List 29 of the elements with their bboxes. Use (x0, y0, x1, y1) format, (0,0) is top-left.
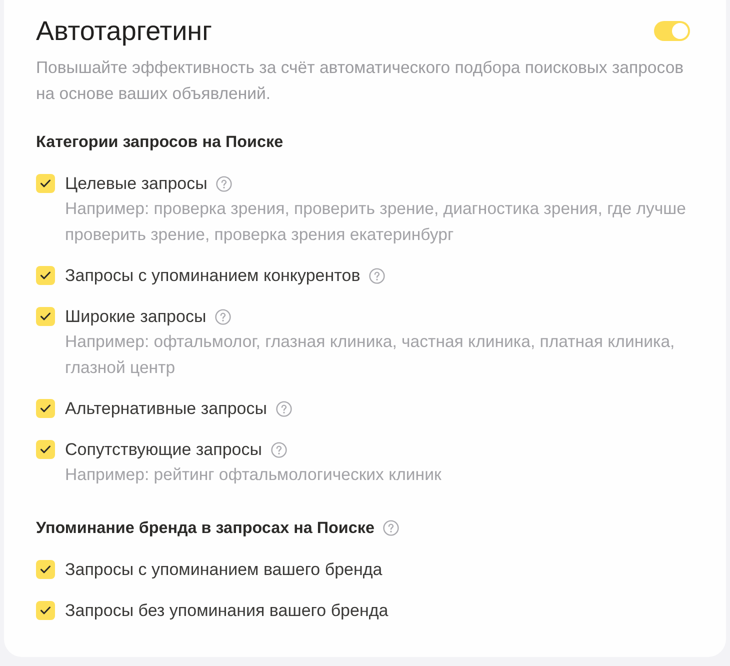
checkbox[interactable] (36, 560, 55, 578)
example-text: Например: рейтинг офтальмологических клиник (65, 464, 442, 486)
description-text: Повышайте эффективность за счёт автоматического подбора поисковых запросов на основе ваших объявлений. (36, 57, 685, 105)
checkmark-icon (40, 564, 51, 574)
checkmark-icon (40, 271, 51, 280)
checkbox[interactable] (36, 174, 55, 193)
checkmark-icon (40, 404, 51, 413)
section-heading: Категории запросов на Поиске (36, 132, 284, 153)
checkbox-label: Запросы с упоминанием конкурентов (65, 265, 360, 287)
checkmark-icon (40, 312, 51, 321)
toggle-switch[interactable] (654, 21, 690, 41)
checkbox-label: Запросы с упоминанием вашего бренда (65, 558, 382, 580)
checkbox[interactable] (36, 440, 55, 459)
checkmark-icon (40, 445, 51, 454)
example-text: Например: проверка зрения, проверить зрение, диагностика зрения, где лучше проверить зрение, проверка зрения екатеринбург (65, 198, 687, 246)
checkbox[interactable] (36, 266, 55, 285)
checkbox-label: Сопутствующие запросы (65, 439, 262, 461)
checkmark-icon (40, 606, 51, 614)
checkbox-label: Альтернативные запросы (65, 398, 267, 420)
checkbox-label: Запросы без упоминания вашего бренда (65, 600, 388, 622)
checkbox[interactable] (36, 600, 55, 620)
checkbox-label: Целевые запросы (65, 173, 208, 195)
checkbox[interactable] (36, 399, 55, 418)
example-text: Например: офтальмолог, глазная клиника, частная клиника, платная клиника, глазной центр (65, 331, 676, 378)
checkbox-label: Широкие запросы (65, 306, 206, 328)
checkmark-icon (40, 179, 51, 188)
section-heading: Упоминание бренда в запросах на Поиске (36, 518, 374, 538)
section-title: Автотаргетинг (36, 15, 212, 48)
checkbox[interactable] (36, 307, 55, 326)
